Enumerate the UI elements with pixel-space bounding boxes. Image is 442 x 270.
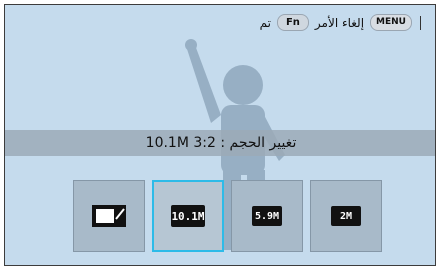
resolution-text: 10.1M 3:2 : تغيير الحجم [145,135,297,151]
confirm-label: تم [259,15,271,30]
cancel-label: إلغاء الأمر [314,15,365,30]
top-bar: تم Fn إلغاء الأمر MENU [260,14,423,31]
fn-button[interactable]: Fn [276,14,309,31]
divider [420,15,421,30]
size-options: 10.1M 5.9M 2M [73,180,382,252]
size-10m-icon: 10.1M [171,205,205,227]
camera-screen: تم Fn إلغاء الأمر MENU 10.1M 3:2 : تغيير… [4,4,436,266]
custom-size-glyph [92,205,126,227]
size-5m-icon: 5.9M [252,206,282,226]
size-2m-icon: 2M [331,206,361,226]
size-option-5m[interactable]: 5.9M [231,180,303,252]
size-option-custom[interactable] [73,180,145,252]
menu-button[interactable]: MENU [370,14,412,31]
size-option-2m[interactable]: 2M [310,180,382,252]
resolution-bar: 10.1M 3:2 : تغيير الحجم [5,130,435,156]
custom-size-icon [92,205,126,227]
size-option-10m[interactable]: 10.1M [152,180,224,252]
